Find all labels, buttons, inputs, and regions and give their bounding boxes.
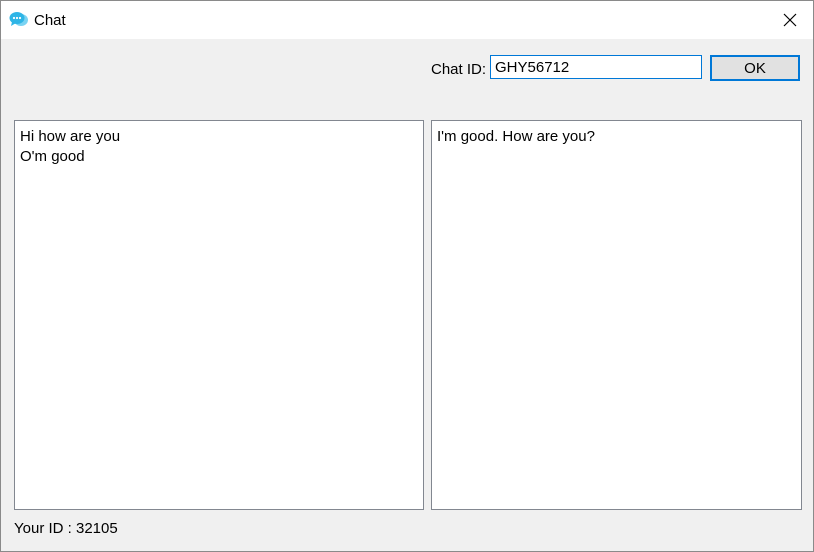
chat-window: Chat Chat ID: OK Hi how are you O'm good… <box>0 0 814 552</box>
ok-button[interactable]: OK <box>710 55 800 81</box>
your-id-label: Your ID : 32105 <box>14 520 118 537</box>
chat-id-label: Chat ID: <box>431 61 487 78</box>
window-title: Chat <box>34 12 66 29</box>
sent-messages-pane[interactable]: Hi how are you O'm good <box>14 120 424 510</box>
message-line: I'm good. How are you? <box>437 128 595 145</box>
received-messages-pane[interactable]: I'm good. How are you? <box>431 120 802 510</box>
message-line: Hi how are you <box>20 128 121 145</box>
close-icon <box>783 13 797 27</box>
close-button[interactable] <box>767 1 813 39</box>
chat-bubbles-icon <box>9 11 29 29</box>
message-line: O'm good <box>20 148 85 165</box>
title-bar[interactable]: Chat <box>1 1 813 39</box>
chat-id-input[interactable] <box>490 55 702 79</box>
